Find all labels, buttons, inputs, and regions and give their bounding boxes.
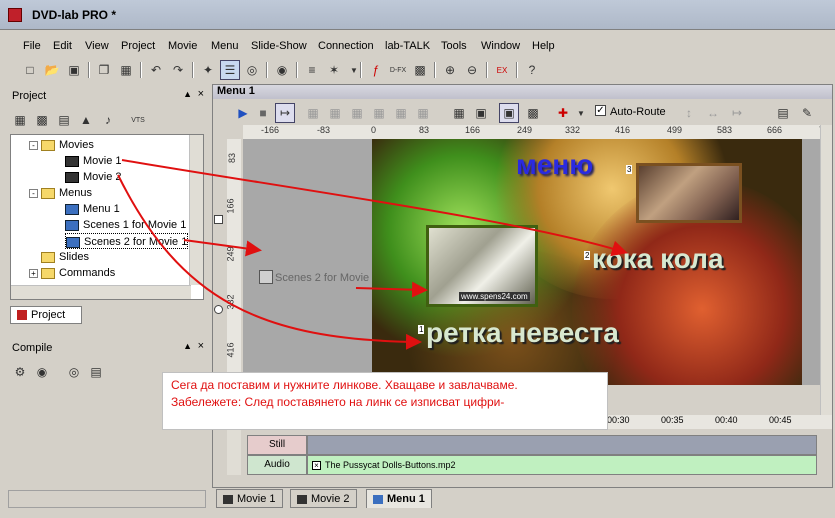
arrow-movie1-to-button2 [121, 159, 628, 257]
tab-movie-2[interactable]: Movie 2 [290, 489, 357, 508]
annotation-arrows [117, 159, 628, 350]
arrow-ghost-to-thumbnail [355, 281, 428, 298]
movie-tab-icon [223, 494, 233, 504]
tab-movie-1[interactable]: Movie 1 [216, 489, 283, 508]
movie-tab-icon [297, 494, 307, 504]
arrow-scenes2-to-ghost [183, 239, 262, 257]
annotation-line-2: Забележете: След поставянето на линк се … [171, 395, 505, 409]
annotation-box: Сега да поставим и нужните линкове. Хващ… [162, 372, 608, 430]
tab-menu-1[interactable]: Menu 1 [366, 489, 432, 508]
menu-tab-icon [373, 494, 383, 504]
status-bar [8, 490, 206, 508]
annotation-line-1: Сега да поставим и нужните линкове. Хващ… [171, 378, 518, 392]
